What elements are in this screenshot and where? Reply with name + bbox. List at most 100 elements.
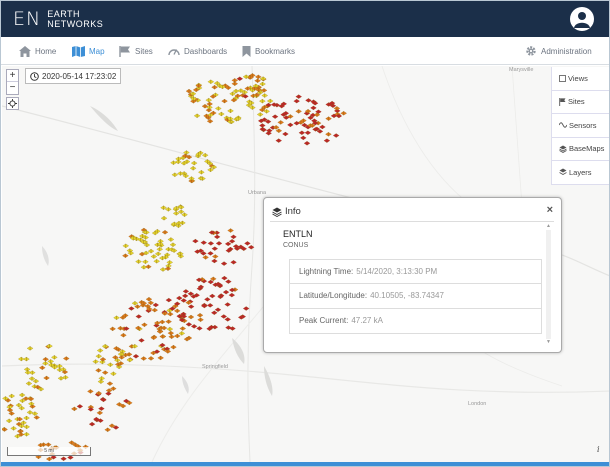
lightning-strike-marker[interactable] — [196, 313, 204, 318]
lightning-strike-marker[interactable] — [153, 259, 160, 264]
lightning-strike-marker[interactable] — [5, 418, 13, 424]
lightning-strike-marker[interactable] — [51, 355, 58, 360]
lightning-strike-marker[interactable] — [265, 131, 272, 136]
lightning-strike-marker[interactable] — [147, 248, 155, 254]
lightning-strike-marker[interactable] — [122, 243, 129, 249]
lightning-strike-marker[interactable] — [206, 303, 214, 308]
lightning-strike-marker[interactable] — [141, 322, 148, 327]
lightning-strike-marker[interactable] — [319, 124, 326, 130]
lightning-strike-marker[interactable] — [60, 456, 67, 461]
lightning-strike-marker[interactable] — [101, 370, 109, 375]
lightning-strike-marker[interactable] — [131, 301, 139, 306]
lightning-strike-marker[interactable] — [209, 293, 216, 299]
lightning-strike-marker[interactable] — [98, 376, 105, 381]
lightning-strike-marker[interactable] — [135, 259, 142, 264]
lightning-strike-marker[interactable] — [97, 379, 105, 384]
nav-bookmarks[interactable]: Bookmarks — [242, 43, 295, 59]
lightning-strike-marker[interactable] — [215, 241, 223, 246]
lightning-strike-marker[interactable] — [207, 241, 215, 246]
lightning-strike-marker[interactable] — [113, 315, 120, 320]
lightning-strike-marker[interactable] — [228, 292, 236, 298]
lightning-strike-marker[interactable] — [189, 166, 197, 171]
lightning-strike-marker[interactable] — [96, 348, 104, 353]
lightning-strike-marker[interactable] — [207, 79, 214, 84]
lightning-strike-marker[interactable] — [300, 135, 307, 141]
lightning-strike-marker[interactable] — [171, 172, 179, 177]
lightning-strike-marker[interactable] — [181, 212, 188, 217]
lightning-strike-marker[interactable] — [18, 356, 25, 362]
lightning-strike-marker[interactable] — [232, 88, 240, 94]
lightning-strike-marker[interactable] — [205, 97, 212, 103]
lightning-strike-marker[interactable] — [166, 260, 173, 265]
lightning-strike-marker[interactable] — [87, 407, 94, 412]
lightning-strike-marker[interactable] — [160, 216, 168, 221]
lightning-strike-marker[interactable] — [180, 298, 187, 303]
locate-button[interactable] — [6, 97, 19, 110]
lightning-strike-marker[interactable] — [99, 357, 107, 362]
lightning-strike-marker[interactable] — [135, 314, 142, 319]
lightning-strike-marker[interactable] — [185, 322, 193, 327]
lightning-strike-marker[interactable] — [145, 264, 152, 269]
lightning-strike-marker[interactable] — [154, 251, 162, 257]
lightning-strike-marker[interactable] — [211, 246, 218, 251]
lightning-strike-marker[interactable] — [18, 392, 26, 398]
lightning-strike-marker[interactable] — [254, 78, 261, 83]
side-item-sensors[interactable]: Sensors — [552, 114, 609, 138]
lightning-strike-marker[interactable] — [282, 131, 289, 137]
lightning-strike-marker[interactable] — [227, 108, 234, 114]
lightning-strike-marker[interactable] — [109, 326, 116, 332]
lightning-strike-marker[interactable] — [230, 260, 237, 265]
lightning-strike-marker[interactable] — [193, 113, 201, 118]
side-item-layers[interactable]: Layers — [552, 161, 609, 185]
lightning-strike-marker[interactable] — [325, 116, 332, 121]
lightning-strike-marker[interactable] — [147, 356, 155, 361]
lightning-strike-marker[interactable] — [168, 334, 175, 339]
lightning-strike-marker[interactable] — [211, 258, 218, 264]
lightning-strike-marker[interactable] — [242, 306, 250, 311]
lightning-strike-marker[interactable] — [224, 317, 231, 322]
lightning-strike-marker[interactable] — [206, 101, 213, 107]
lightning-strike-marker[interactable] — [28, 376, 36, 381]
lightning-strike-marker[interactable] — [151, 307, 158, 313]
lightning-strike-marker[interactable] — [161, 230, 169, 235]
info-popup-scrollbar[interactable]: ▲ ▼ — [546, 224, 551, 345]
lightning-strike-marker[interactable] — [170, 344, 177, 350]
lightning-strike-marker[interactable] — [198, 170, 205, 175]
lightning-strike-marker[interactable] — [167, 237, 175, 242]
lightning-strike-marker[interactable] — [229, 91, 236, 96]
lightning-strike-marker[interactable] — [18, 405, 25, 411]
lightning-strike-marker[interactable] — [150, 254, 158, 259]
lightning-strike-marker[interactable] — [266, 98, 274, 104]
time-display[interactable]: 2020-05-14 17:23:02 — [25, 68, 122, 84]
lightning-strike-marker[interactable] — [220, 261, 228, 266]
lightning-strike-marker[interactable] — [166, 326, 174, 332]
lightning-strike-marker[interactable] — [152, 302, 159, 308]
lightning-strike-marker[interactable] — [310, 105, 317, 111]
scroll-up-arrow[interactable]: ▲ — [546, 224, 551, 229]
lightning-strike-marker[interactable] — [169, 242, 177, 247]
lightning-strike-marker[interactable] — [261, 93, 268, 98]
lightning-strike-marker[interactable] — [221, 98, 228, 104]
lightning-strike-marker[interactable] — [220, 314, 227, 319]
lightning-strike-marker[interactable] — [259, 123, 266, 128]
lightning-strike-marker[interactable] — [213, 234, 221, 240]
lightning-strike-marker[interactable] — [10, 426, 17, 431]
nav-home[interactable]: Home — [19, 43, 56, 59]
lightning-strike-marker[interactable] — [295, 94, 302, 99]
lightning-strike-marker[interactable] — [39, 365, 46, 370]
lightning-strike-marker[interactable] — [178, 331, 185, 336]
lightning-strike-marker[interactable] — [128, 306, 135, 311]
lightning-strike-marker[interactable] — [95, 368, 102, 373]
lightning-strike-marker[interactable] — [26, 346, 34, 351]
lightning-strike-marker[interactable] — [105, 391, 112, 396]
nav-dashboards[interactable]: Dashboards — [168, 43, 227, 59]
lightning-strike-marker[interactable] — [138, 338, 145, 343]
lightning-strike-marker[interactable] — [140, 356, 147, 361]
lightning-strike-marker[interactable] — [6, 407, 14, 413]
lightning-strike-marker[interactable] — [33, 415, 40, 420]
lightning-strike-marker[interactable] — [159, 267, 167, 272]
lightning-strike-marker[interactable] — [47, 359, 54, 364]
lightning-strike-marker[interactable] — [165, 319, 172, 324]
lightning-strike-marker[interactable] — [340, 111, 347, 116]
scroll-down-arrow[interactable]: ▼ — [546, 340, 551, 345]
